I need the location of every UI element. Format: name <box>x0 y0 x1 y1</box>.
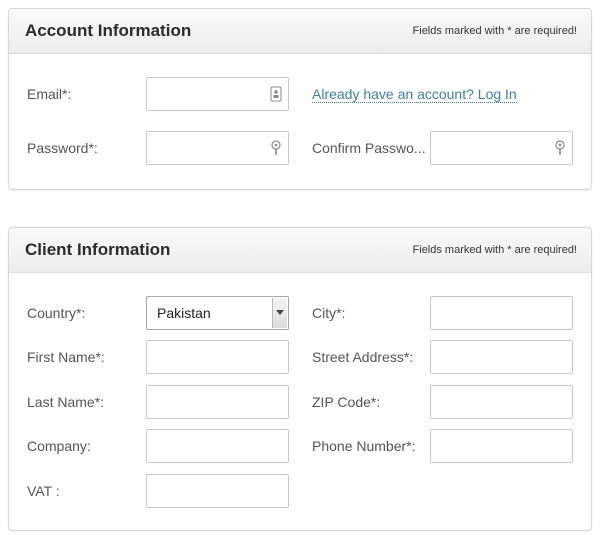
city-field[interactable] <box>430 296 573 330</box>
panel-title: Client Information <box>25 240 171 259</box>
first-name-field[interactable] <box>146 340 289 374</box>
company-label: Company: <box>27 438 91 454</box>
key-icon <box>555 140 565 155</box>
panel-title: Account Information <box>25 21 192 40</box>
confirm-password-field[interactable] <box>430 131 573 165</box>
street-address-label: Street Address*: <box>312 349 414 365</box>
password-label: Password*: <box>27 140 98 156</box>
street-address-field[interactable] <box>430 340 573 374</box>
email-label: Email*: <box>27 86 72 102</box>
required-note: Fields marked with * are required! <box>412 244 577 256</box>
vat-field[interactable] <box>146 474 289 508</box>
country-label: Country*: <box>27 305 86 321</box>
login-link[interactable]: Already have an account? Log In <box>312 86 517 103</box>
dropdown-button[interactable] <box>272 298 287 328</box>
zip-code-label: ZIP Code*: <box>312 394 381 410</box>
vat-label: VAT : <box>27 483 60 499</box>
phone-number-label: Phone Number*: <box>312 438 416 454</box>
confirm-password-label: Confirm Passwo... <box>312 140 426 156</box>
panel-header: Account Information Fields marked with *… <box>9 9 591 54</box>
password-field[interactable] <box>146 131 289 165</box>
required-note: Fields marked with * are required! <box>412 25 577 37</box>
last-name-field[interactable] <box>146 385 289 419</box>
account-information-panel: Account Information Fields marked with *… <box>8 8 592 190</box>
client-information-panel: Client Information Fields marked with * … <box>8 227 592 531</box>
email-field[interactable] <box>146 77 289 111</box>
contact-card-icon <box>270 86 282 102</box>
country-select[interactable]: Pakistan <box>146 296 289 330</box>
zip-code-field[interactable] <box>430 385 573 419</box>
panel-header: Client Information Fields marked with * … <box>9 228 591 273</box>
company-field[interactable] <box>146 429 289 463</box>
chevron-down-icon <box>276 310 284 315</box>
phone-number-field[interactable] <box>430 429 573 463</box>
country-selected-value: Pakistan <box>157 305 211 321</box>
city-label: City*: <box>312 305 346 321</box>
last-name-label: Last Name*: <box>27 394 105 410</box>
first-name-label: First Name*: <box>27 349 105 365</box>
key-icon <box>271 140 281 155</box>
